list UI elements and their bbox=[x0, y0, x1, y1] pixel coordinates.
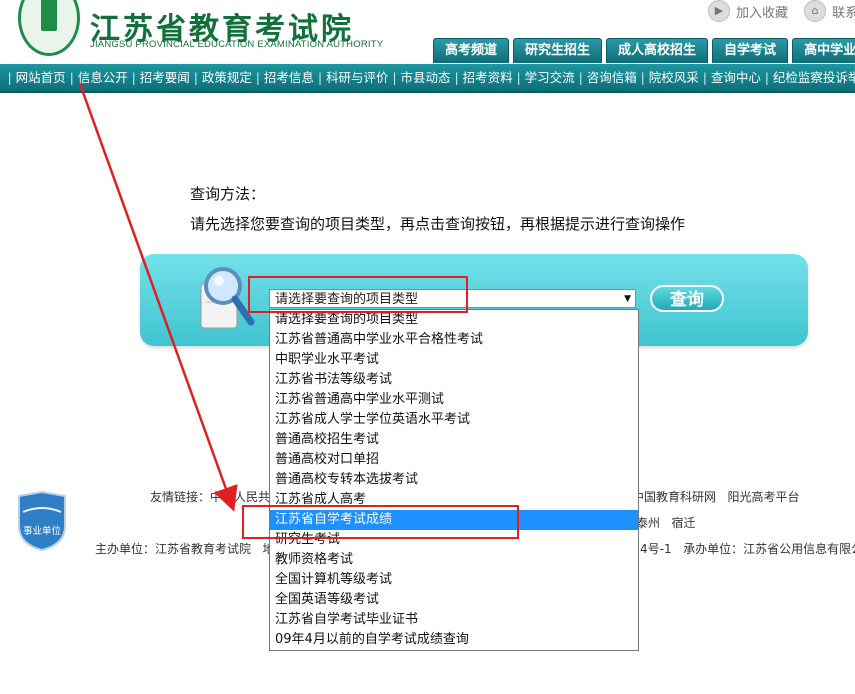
footer-organizer-text: 承办单位：江苏省公用信息有限公 bbox=[683, 542, 855, 556]
footer-host-suffix: 4号-1 bbox=[640, 542, 672, 556]
query-button[interactable]: 查询 bbox=[650, 285, 724, 312]
nav-item-query-center[interactable]: 查询中心 bbox=[707, 64, 765, 91]
tab-graduate[interactable]: 研究生招生 bbox=[513, 38, 603, 63]
channel-tabs: 高考频道研究生招生成人高校招生自学考试高中学业水平 bbox=[433, 38, 855, 64]
top-links: ▶ 加入收藏 ⌂ 联系我 bbox=[708, 0, 855, 22]
dropdown-option[interactable]: 中职学业水平考试 bbox=[270, 350, 638, 370]
tab-self-study[interactable]: 自学考试 bbox=[712, 38, 789, 63]
nav-item-exam-info[interactable]: 招考信息 bbox=[260, 64, 318, 91]
footer-cities: 泰州 宿迁 bbox=[636, 514, 695, 531]
main-nav: | 网站首页 | 信息公开 | 招考要闻 | 政策规定 | 招考信息 | 科研与评价 | 市县动态 | 招考资… bbox=[0, 64, 855, 93]
instructions-text: 请先选择您要查询的项目类型，再点击查询按钮，再根据提示进行查询操作 bbox=[190, 215, 686, 233]
tab-adult[interactable]: 成人高校招生 bbox=[606, 38, 709, 63]
footer-link-cernet[interactable]: 中国教育科研网 bbox=[632, 490, 716, 504]
add-bookmark-label: 加入收藏 bbox=[736, 5, 789, 21]
nav-item-local[interactable]: 市县动态 bbox=[397, 64, 455, 91]
dropdown-option[interactable]: 全国英语等级考试 bbox=[270, 590, 638, 610]
contact-link[interactable]: ⌂ 联系我 bbox=[804, 0, 855, 22]
dropdown-option[interactable]: 全国计算机等级考试 bbox=[270, 570, 638, 590]
contact-icon: ⌂ bbox=[804, 0, 827, 22]
nav-item-home[interactable]: 网站首页 bbox=[12, 64, 70, 91]
dropdown-option[interactable]: 请选择要查询的项目类型 bbox=[270, 310, 638, 330]
dropdown-option[interactable]: 教师资格考试 bbox=[270, 550, 638, 570]
nav-item-news[interactable]: 招考要闻 bbox=[136, 64, 194, 91]
footer-host-prefix: 主办单位：江苏省教育考试院 bbox=[95, 542, 252, 556]
tab-gaokao[interactable]: 高考频道 bbox=[433, 38, 510, 63]
contact-label: 联系我 bbox=[832, 5, 855, 21]
dropdown-option[interactable]: 江苏省书法等级考试 bbox=[270, 370, 638, 390]
footer-city-partial[interactable]: 泰州 bbox=[636, 516, 660, 530]
dropdown-option[interactable]: 江苏省普通高中学业水平测试 bbox=[270, 390, 638, 410]
nav-item-exchange[interactable]: 学习交流 bbox=[521, 64, 579, 91]
dropdown-option[interactable]: 江苏省普通高中学业水平合格性考试 bbox=[270, 330, 638, 350]
bookmark-icon: ▶ bbox=[708, 0, 730, 22]
footer-organizer: 4号-1 承办单位：江苏省公用信息有限公 bbox=[640, 540, 855, 557]
footer-link-gaokao[interactable]: 阳光高考平台 bbox=[727, 490, 799, 504]
chevron-down-icon: ▼ bbox=[624, 294, 631, 304]
nav-item-mailbox[interactable]: 咨询信箱 bbox=[583, 64, 641, 91]
dropdown-option[interactable]: 普通高校专转本选拔考试 bbox=[270, 470, 638, 490]
badge-text: 事业单位 bbox=[23, 525, 62, 537]
institution-badge: 事业单位 bbox=[18, 490, 66, 552]
nav-item-research[interactable]: 科研与评价 bbox=[322, 64, 393, 91]
nav-item-disclosure[interactable]: 信息公开 bbox=[74, 64, 132, 91]
nav-item-schools[interactable]: 院校风采 bbox=[645, 64, 703, 91]
dropdown-option[interactable]: 江苏省自学考试毕业证书 bbox=[270, 610, 638, 630]
instructions-title: 查询方法： bbox=[190, 185, 266, 203]
footer-links-right: 中国教育科研网 阳光高考平台 bbox=[632, 488, 799, 505]
dropdown-option[interactable]: 普通高校对口单招 bbox=[270, 450, 638, 470]
dropdown-option[interactable]: 江苏省成人学士学位英语水平考试 bbox=[270, 410, 638, 430]
nav-item-policy[interactable]: 政策规定 bbox=[198, 64, 256, 91]
logo-emblem bbox=[18, 0, 80, 56]
nav-item-discipline[interactable]: 纪检监察投诉举 bbox=[769, 64, 855, 91]
tab-high-school[interactable]: 高中学业水平 bbox=[792, 38, 855, 63]
dropdown-option[interactable]: 普通高校招生考试 bbox=[270, 430, 638, 450]
footer-links-prefix: 友情链接：中华人民共 bbox=[150, 490, 271, 504]
footer-city[interactable]: 宿迁 bbox=[671, 516, 695, 530]
project-type-dropdown[interactable]: 请选择要查询的项目类型 江苏省普通高中学业水平合格性考试 中职学业水平考试 江苏… bbox=[269, 309, 639, 651]
footer-host: 主办单位：江苏省教育考试院 地 bbox=[95, 540, 274, 557]
nav-item-materials[interactable]: 招考资料 bbox=[459, 64, 517, 91]
highlight-select-box bbox=[248, 276, 468, 313]
highlight-selected-option bbox=[242, 505, 519, 539]
site-subtitle: JIANGSU PROVINCIAL EDUCATION EXAMINATION… bbox=[90, 39, 384, 50]
add-bookmark-link[interactable]: ▶ 加入收藏 bbox=[708, 0, 788, 22]
dropdown-option[interactable]: 09年4月以前的自学考试成绩查询 bbox=[270, 630, 638, 650]
